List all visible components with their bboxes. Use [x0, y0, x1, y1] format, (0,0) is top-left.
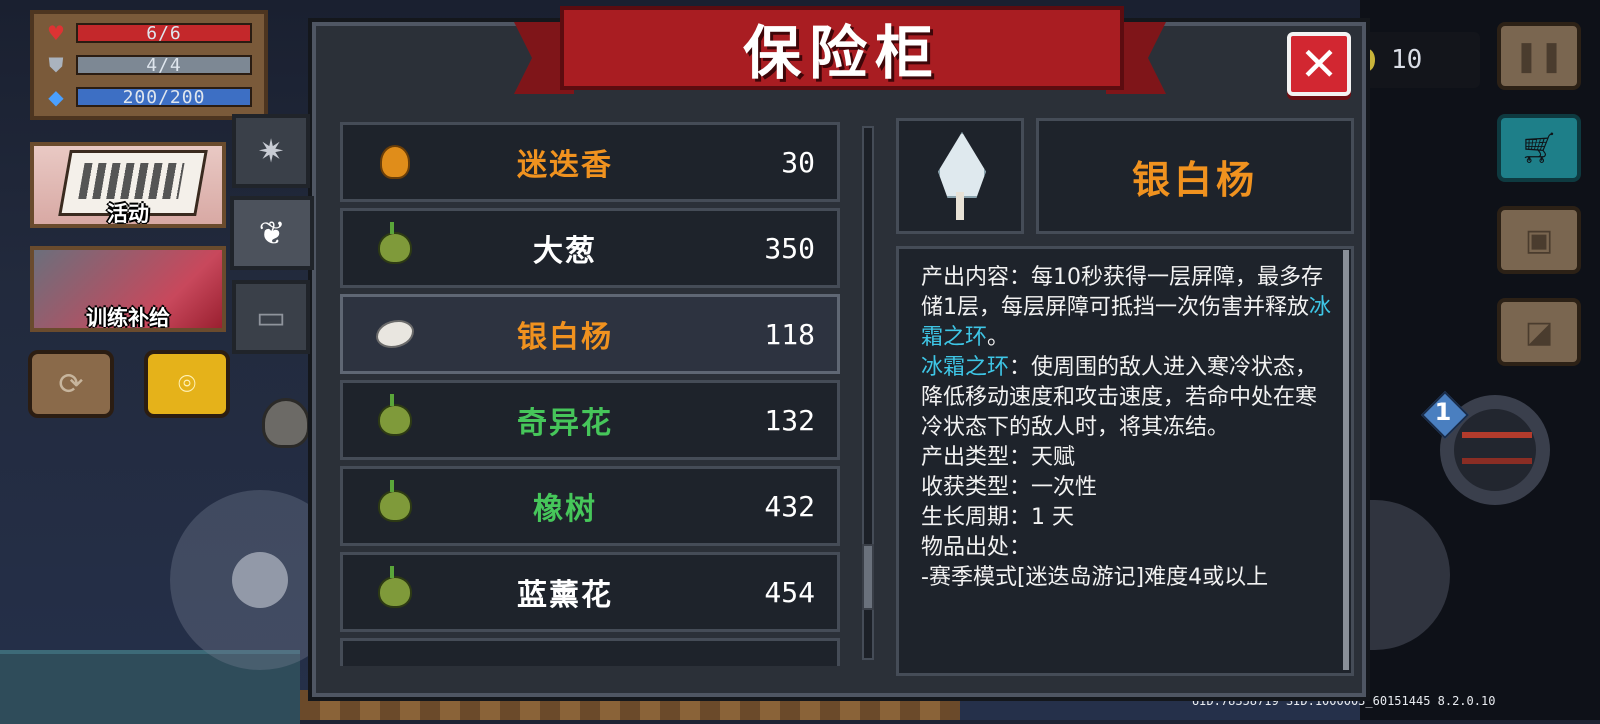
player-stats: ♥ 6/6 ⛊ 4/4 ◆ 200/200	[30, 10, 268, 120]
list-item[interactable]: 奇异花 132	[340, 380, 840, 460]
profile-card-icon: ▣	[1524, 222, 1554, 258]
activity-label: 活动	[107, 202, 149, 226]
frost-ring-desc: 冰霜之环：使周围的敌人进入寒冷状态，降低移动速度和攻击速度，若命中处在寒冷状态下…	[921, 353, 1331, 443]
item-name: 奇异花	[517, 406, 613, 441]
list-item[interactable]: 迷迭香 30	[340, 122, 840, 202]
list-item[interactable]: 橡树 432	[340, 466, 840, 546]
output-type: 产出类型：天赋	[921, 445, 1076, 470]
seedling-icon: ❦	[258, 214, 286, 252]
frost-ring-title: 冰霜之环	[921, 355, 1010, 380]
weapon-slot-number: 1	[1434, 398, 1452, 426]
pause-icon: ❚❚	[1513, 38, 1565, 74]
list-item-partial[interactable]	[340, 638, 840, 666]
energy-diamond-icon: ◆	[48, 85, 64, 109]
item-quantity: 132	[764, 403, 815, 437]
star-icon: ✷	[257, 132, 285, 170]
panel-title: 保险柜	[742, 19, 941, 87]
output-text: 产出内容：每10秒获得一层屏障，最多存储1层，每层屏障可抵挡一次伤害并释放	[921, 265, 1323, 320]
coin-count: 10	[1391, 45, 1423, 75]
source-value: -赛季模式[迷迭岛游记]难度4或以上	[921, 565, 1269, 590]
location-button[interactable]: ⌾	[144, 350, 230, 418]
profile-button[interactable]: ▣	[1497, 206, 1581, 274]
item-quantity: 30	[781, 145, 815, 179]
training-label: 训练补给	[86, 306, 170, 330]
sync-icon: ⟳	[58, 366, 84, 402]
seed-icon	[365, 390, 425, 450]
list-item[interactable]: 蓝薰花 454	[340, 552, 840, 632]
tab-weapons[interactable]: ✷	[232, 114, 310, 188]
title-banner: 保险柜	[560, 6, 1124, 90]
item-name: 迷迭香	[517, 148, 613, 183]
silver-poplar-tree-icon	[934, 132, 986, 220]
hp-row: ♥ 6/6	[42, 21, 252, 45]
seed-icon	[365, 476, 425, 536]
item-name: 银白杨	[517, 320, 613, 355]
training-supply-button[interactable]: 训练补给	[30, 246, 226, 332]
close-icon: ✕	[1299, 37, 1339, 91]
bulb-icon	[365, 132, 425, 192]
armor-bar: 4/4	[76, 55, 252, 76]
close-button[interactable]: ✕	[1287, 32, 1351, 96]
cart-icon: 🛒︎	[1519, 130, 1559, 166]
joystick-knob[interactable]	[232, 552, 288, 608]
output-content: 产出内容：每10秒获得一层屏障，最多存储1层，每层屏障可抵挡一次伤害并释放冰霜之…	[921, 263, 1331, 353]
map-pin-icon: ⌾	[178, 366, 196, 402]
shield-icon: ⛊	[48, 53, 64, 77]
tab-plants[interactable]: ❦	[230, 196, 314, 270]
item-quantity: 350	[764, 231, 815, 265]
heart-icon: ♥	[47, 21, 65, 45]
item-quantity: 454	[764, 575, 815, 609]
list-scrollbar-thumb[interactable]	[862, 544, 874, 610]
list-item-selected[interactable]: 银白杨 118	[340, 294, 840, 374]
armor-row: ⛊ 4/4	[42, 53, 252, 77]
item-name: 蓝薰花	[517, 578, 613, 613]
item-name: 大葱	[533, 234, 597, 269]
harvest-type: 收获类型：一次性	[921, 475, 1098, 500]
owl-pet	[262, 398, 310, 448]
item-quantity: 432	[764, 489, 815, 523]
pause-button[interactable]: ❚❚	[1497, 22, 1581, 90]
description-box: 产出内容：每10秒获得一层屏障，最多存储1层，每层屏障可抵挡一次伤害并释放冰霜之…	[896, 246, 1354, 676]
exit-button[interactable]: ◪	[1497, 298, 1581, 366]
activity-button[interactable]: 活动	[30, 142, 226, 228]
hp-bar: 6/6	[76, 23, 252, 44]
description-scrollbar[interactable]	[1343, 250, 1349, 670]
output-suffix: 。	[987, 325, 1010, 350]
weapon-icon	[1462, 432, 1532, 438]
growth-cycle: 生长周期：1 天	[921, 505, 1074, 530]
detail-name: 银白杨	[1036, 118, 1354, 234]
petal-seed-icon	[365, 304, 425, 364]
item-quantity: 118	[764, 317, 815, 351]
item-list[interactable]: 迷迭香 30 大葱 350 银白杨 118 奇异花 132 橡树 432 蓝薰花…	[330, 118, 850, 666]
ticket-icon: ▭	[255, 298, 287, 336]
shop-button[interactable]: 🛒︎	[1497, 114, 1581, 182]
list-item[interactable]: 大葱 350	[340, 208, 840, 288]
stairs-icon: ◪	[1524, 314, 1554, 350]
tab-tickets[interactable]: ▭	[232, 280, 310, 354]
detail-icon-box	[896, 118, 1024, 234]
source-label: 物品出处：	[921, 535, 1032, 560]
seed-icon	[365, 562, 425, 622]
seed-icon	[365, 218, 425, 278]
sync-button[interactable]: ⟳	[28, 350, 114, 418]
energy-bar: 200/200	[76, 87, 252, 108]
item-name: 橡树	[533, 492, 597, 527]
energy-row: ◆ 200/200	[42, 85, 252, 109]
